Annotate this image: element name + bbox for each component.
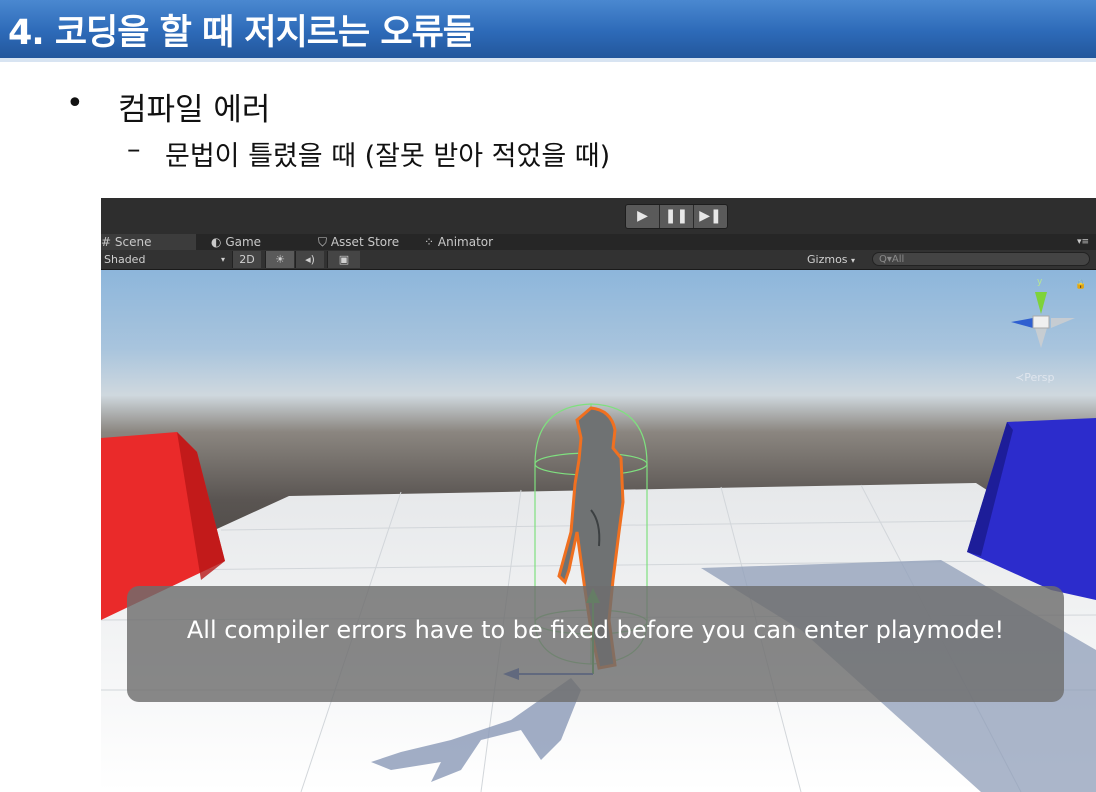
dropdown-arrow-icon: ▾: [851, 256, 856, 265]
audio-toggle-icon[interactable]: ◂): [295, 251, 324, 268]
game-pacman-icon: ◐: [211, 235, 222, 249]
editor-tabs: # Scene ◐ Game ⛉ Asset Store ⁘ Animator …: [101, 234, 1096, 250]
gizmo-z-axis-icon: [1011, 318, 1033, 328]
scene-search-input[interactable]: Q▾All: [872, 252, 1090, 266]
scene-viewport[interactable]: 🔒 y ≺Persp All compiler errors have to b…: [101, 270, 1096, 792]
compiler-error-message: All compiler errors have to be fixed bef…: [186, 616, 1005, 644]
play-button[interactable]: ▶: [626, 205, 660, 228]
scene-render: [101, 292, 1096, 792]
playmode-error-overlay: All compiler errors have to be fixed bef…: [127, 586, 1064, 702]
scene-toolbar: Shaded ▾ 2D ☀ ◂) ▣ Gizmos ▾ Q▾All: [101, 250, 1096, 270]
perspective-toggle[interactable]: ≺Persp: [1015, 371, 1054, 384]
play-controls: ▶ ❚❚ ▶❚: [625, 204, 728, 229]
tab-asset-store[interactable]: ⛉ Asset Store: [318, 234, 399, 250]
tab-scene-label: Scene: [114, 235, 152, 249]
play-toolbar: ▶ ❚❚ ▶❚: [101, 198, 1096, 234]
gizmo-y-label: y: [1037, 277, 1043, 287]
shading-mode-dropdown[interactable]: Shaded ▾: [104, 251, 227, 268]
unity-editor-screenshot: ▶ ❚❚ ▶❚ # Scene ◐ Game ⛉ Asset Store ⁘ A…: [101, 198, 1096, 792]
tab-scene[interactable]: # Scene: [101, 234, 196, 250]
scene-grid-icon: #: [101, 235, 112, 249]
slide-title: 4. 코딩을 할 때 저지르는 오류들: [8, 13, 475, 53]
tab-animator[interactable]: ⁘ Animator: [424, 234, 493, 250]
lock-icon[interactable]: 🔒: [1075, 280, 1086, 290]
tab-game-label: Game: [225, 235, 262, 249]
tab-menu-icon[interactable]: ▾≡: [1077, 234, 1089, 250]
gizmos-label: Gizmos: [807, 253, 848, 266]
tab-asset-store-label: Asset Store: [330, 235, 400, 249]
shopping-bag-icon: ⛉: [318, 235, 328, 249]
bullet-marker: •: [66, 86, 84, 121]
tab-animator-label: Animator: [437, 235, 494, 249]
dropdown-arrow-icon: ▾: [221, 255, 226, 264]
pause-button[interactable]: ❚❚: [660, 205, 694, 228]
mode-2d-button[interactable]: 2D: [232, 251, 261, 268]
bullet-text: 컴파일 에러: [118, 92, 271, 128]
sub-bullet-text: 문법이 틀렸을 때 (잘못 받아 적었을 때): [165, 141, 611, 172]
animator-icon: ⁘: [424, 235, 435, 249]
step-button[interactable]: ▶❚: [694, 205, 727, 228]
orientation-gizmo[interactable]: [1011, 292, 1075, 348]
gizmos-dropdown[interactable]: Gizmos ▾: [807, 251, 865, 268]
shading-mode-label: Shaded: [104, 253, 146, 266]
light-toggle-icon[interactable]: ☀: [265, 251, 294, 268]
tab-game[interactable]: ◐ Game: [211, 234, 261, 250]
gizmo-y-axis-icon: [1035, 292, 1047, 314]
sub-bullet-marker: –: [127, 134, 141, 165]
slide-title-bar: 4. 코딩을 할 때 저지르는 오류들: [0, 0, 1096, 62]
effects-dropdown-icon[interactable]: ▣: [327, 251, 360, 268]
